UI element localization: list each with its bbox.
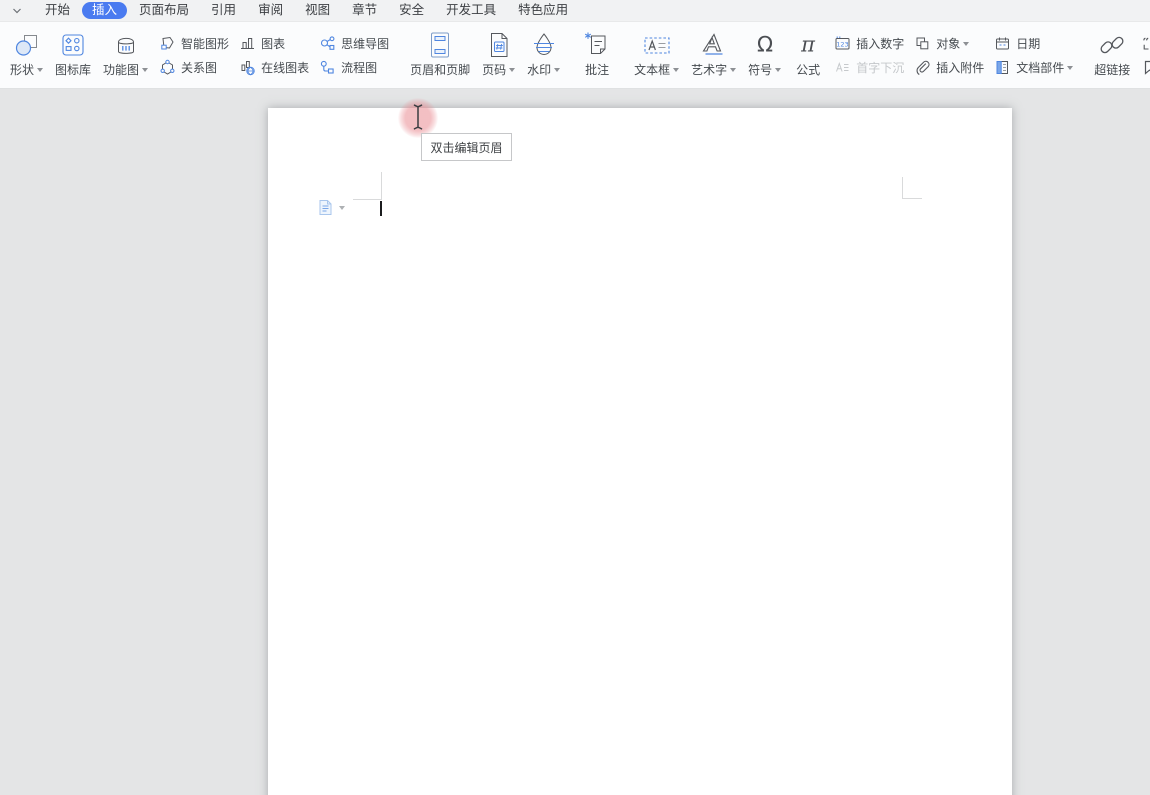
comment-button[interactable]: 批注	[576, 22, 618, 88]
mind-map-icon	[319, 35, 336, 52]
svg-text:123: 123	[836, 40, 848, 48]
tab-references[interactable]: 引用	[201, 2, 246, 19]
diagram-stack-col1: 智能图形 关系图	[154, 22, 234, 88]
icon-library-button[interactable]: 图标库	[49, 22, 97, 88]
word-art-icon	[699, 28, 729, 62]
menu-tab-bar: 开始 插入 页面布局 引用 审阅 视图 章节 安全 开发工具 特色应用	[0, 0, 1150, 22]
comment-icon	[582, 28, 612, 62]
cross-reference-button[interactable]: 交叉引用	[1141, 35, 1150, 52]
document-parts-icon	[994, 59, 1011, 76]
text-box-button[interactable]: 文本框	[628, 22, 685, 88]
text-caret	[380, 201, 382, 216]
header-edit-tooltip: 双击编辑页眉	[421, 133, 512, 161]
formula-pi-icon: π	[793, 28, 823, 62]
chart-button[interactable]: 图表	[239, 35, 309, 52]
header-margin-corner-right	[902, 177, 922, 199]
chevron-down-icon	[554, 68, 560, 72]
mind-map-button[interactable]: 思维导图	[319, 35, 389, 52]
object-button[interactable]: 对象	[914, 35, 984, 52]
hyperlink-chain-icon	[1097, 28, 1127, 62]
date-button[interactable]: 日期	[994, 35, 1073, 52]
attachment-button[interactable]: 插入附件	[914, 59, 984, 76]
symbol-button[interactable]: Ω 符号	[742, 22, 787, 88]
bookmark-button[interactable]: 书签	[1141, 59, 1150, 76]
smart-graphic-icon	[159, 35, 176, 52]
online-chart-icon	[239, 59, 256, 76]
chevron-down-icon	[142, 68, 148, 72]
chart-icon	[239, 35, 256, 52]
flowchart-icon	[319, 59, 336, 76]
function-diagram-icon	[113, 28, 139, 62]
svg-text:Ω: Ω	[757, 33, 773, 57]
flowchart-button[interactable]: 流程图	[319, 59, 389, 76]
ribbon-toolbar: 形状 图标库 功能图 智能图形 关系图 图	[0, 22, 1150, 89]
insert-number-icon: 123	[834, 35, 851, 52]
header-footer-button[interactable]: 页眉和页脚	[404, 22, 476, 88]
chevron-down-icon	[673, 68, 679, 72]
insert-stack-col3: 日期 文档部件	[989, 22, 1078, 88]
shapes-icon	[14, 28, 40, 62]
collapse-ribbon-icon[interactable]	[0, 7, 34, 15]
insert-number-button[interactable]: 123 插入数字	[834, 35, 904, 52]
diagram-stack-col2: 图表 在线图表	[234, 22, 314, 88]
watermark-button[interactable]: 水印	[521, 22, 566, 88]
relation-diagram-icon	[159, 59, 176, 76]
page-options-button[interactable]	[318, 199, 345, 216]
chevron-down-icon	[37, 68, 43, 72]
page-options-icon	[318, 199, 333, 216]
drop-cap-button: 首字下沉	[834, 59, 904, 76]
chevron-down-icon	[509, 68, 515, 72]
document-parts-button[interactable]: 文档部件	[994, 59, 1073, 76]
tab-section[interactable]: 章节	[342, 2, 387, 19]
chevron-down-icon	[963, 42, 969, 46]
text-box-icon	[642, 28, 672, 62]
online-chart-button[interactable]: 在线图表	[239, 59, 309, 76]
tab-developer-tools[interactable]: 开发工具	[436, 2, 506, 19]
tab-home[interactable]: 开始	[35, 2, 80, 19]
cross-reference-icon	[1141, 35, 1150, 52]
tab-insert[interactable]: 插入	[82, 2, 127, 19]
chevron-down-icon	[775, 68, 781, 72]
tab-view[interactable]: 视图	[295, 2, 340, 19]
ibeam-cursor	[411, 103, 425, 131]
links-stack-col: 交叉引用 书签	[1136, 22, 1150, 88]
document-area: 双击编辑页眉	[0, 89, 1150, 795]
word-art-button[interactable]: 艺术字	[685, 22, 742, 88]
header-margin-corner-left	[353, 172, 382, 200]
page-number-icon	[484, 28, 514, 62]
tab-review[interactable]: 审阅	[248, 2, 293, 19]
insert-stack-col2: 对象 插入附件	[909, 22, 989, 88]
tab-page-layout[interactable]: 页面布局	[129, 2, 199, 19]
shapes-button[interactable]: 形状	[4, 22, 49, 88]
function-diagram-button[interactable]: 功能图	[97, 22, 154, 88]
header-footer-icon	[425, 28, 455, 62]
chevron-down-icon	[339, 206, 345, 210]
drop-cap-icon	[834, 59, 851, 76]
diagram-stack-col3: 思维导图 流程图	[314, 22, 394, 88]
bookmark-icon	[1141, 59, 1150, 76]
calendar-icon	[994, 35, 1011, 52]
chevron-down-icon	[1067, 66, 1073, 70]
hyperlink-button[interactable]: 超链接	[1088, 22, 1136, 88]
document-page[interactable]	[268, 108, 1012, 795]
relation-diagram-button[interactable]: 关系图	[159, 59, 229, 76]
paperclip-icon	[914, 59, 931, 76]
tab-security[interactable]: 安全	[389, 2, 434, 19]
watermark-icon	[529, 28, 559, 62]
icon-library-icon	[60, 28, 86, 62]
insert-stack-col1: 123 插入数字 首字下沉	[829, 22, 909, 88]
page-number-button[interactable]: 页码	[476, 22, 521, 88]
tab-special-features[interactable]: 特色应用	[508, 2, 578, 19]
formula-button[interactable]: π 公式	[787, 22, 829, 88]
object-icon	[914, 35, 931, 52]
chevron-down-icon	[730, 68, 736, 72]
symbol-omega-icon: Ω	[750, 28, 780, 62]
svg-text:π: π	[800, 33, 816, 57]
smart-graphic-button[interactable]: 智能图形	[159, 35, 229, 52]
